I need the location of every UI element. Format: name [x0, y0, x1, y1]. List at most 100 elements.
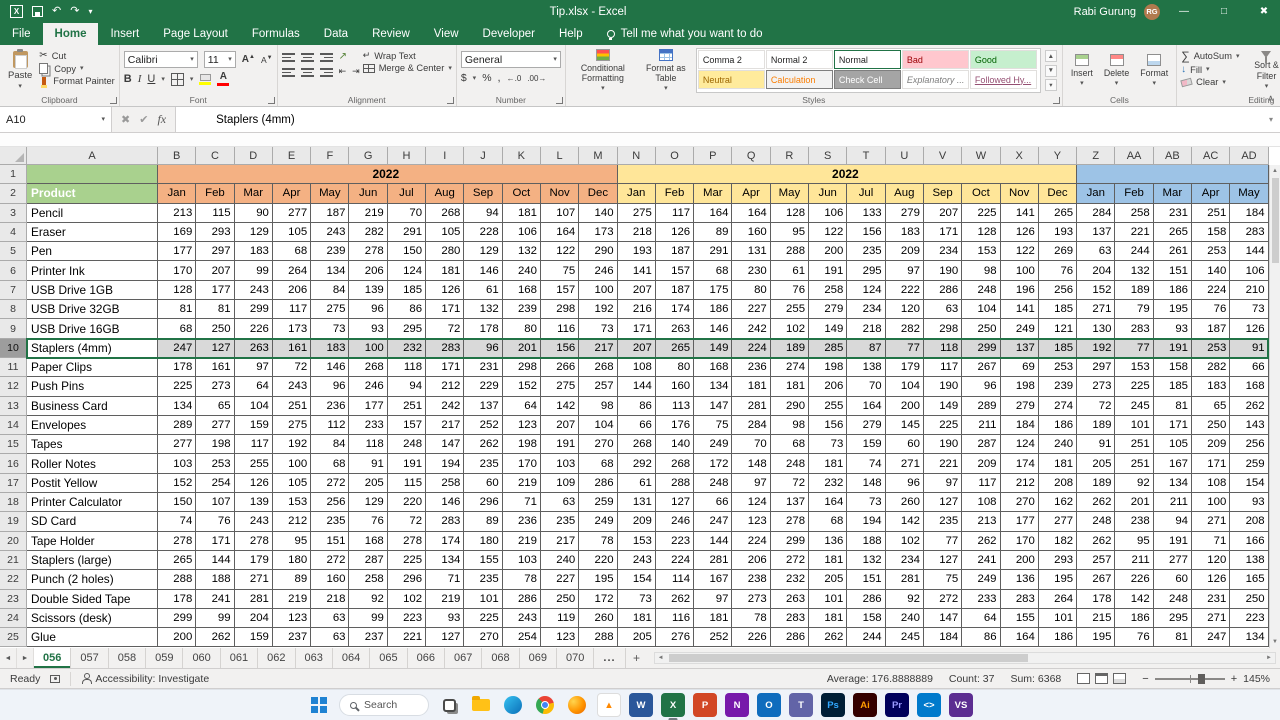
row-header-11[interactable]: 11	[0, 357, 27, 378]
cell-D5[interactable]: 183	[234, 242, 273, 262]
cell-G3[interactable]: 219	[349, 203, 388, 223]
cell-G22[interactable]: 258	[349, 570, 388, 590]
style-explanatory[interactable]: Explanatory ...	[901, 70, 969, 89]
cell-K25[interactable]: 254	[502, 628, 541, 648]
cell-G18[interactable]: 129	[349, 493, 388, 513]
cell-X15[interactable]: 124	[1000, 435, 1039, 455]
ribbon-tab-home[interactable]: Home	[42, 23, 99, 45]
cell-I5[interactable]: 280	[426, 242, 465, 262]
cell-B25[interactable]: 200	[158, 628, 197, 648]
cell-E5[interactable]: 68	[272, 242, 312, 262]
cell-F11[interactable]: 146	[311, 357, 350, 378]
cell-P7[interactable]: 175	[694, 280, 733, 301]
cell-B5[interactable]: 177	[158, 242, 197, 262]
cell-D4[interactable]: 129	[234, 222, 273, 243]
cell-O18[interactable]: 127	[655, 493, 695, 513]
cell-S19[interactable]: 68	[809, 512, 848, 532]
cell-A2[interactable]: Product	[27, 184, 158, 204]
cell-Z17[interactable]: 189	[1077, 473, 1116, 494]
cell-AD20[interactable]: 166	[1230, 531, 1269, 551]
cell-X23[interactable]: 283	[1000, 589, 1039, 609]
cell-L4[interactable]: 164	[540, 222, 580, 243]
cell-P8[interactable]: 186	[694, 300, 733, 320]
column-header-G[interactable]: G	[349, 147, 388, 165]
cell-X2[interactable]: Nov	[1000, 184, 1039, 204]
cell-G15[interactable]: 118	[349, 435, 388, 455]
cell-AA15[interactable]: 251	[1115, 435, 1154, 455]
cell-Q3[interactable]: 164	[732, 203, 771, 223]
cell-F20[interactable]: 151	[311, 531, 350, 551]
cell-AC16[interactable]: 171	[1192, 454, 1231, 474]
zoom-in-icon[interactable]: +	[1231, 673, 1237, 685]
cell-I25[interactable]: 127	[426, 628, 465, 648]
start-button[interactable]	[307, 693, 331, 717]
cell-T9[interactable]: 218	[847, 319, 886, 339]
cell-E24[interactable]: 123	[272, 608, 312, 629]
cell-G12[interactable]: 246	[349, 377, 388, 397]
cell-D13[interactable]: 104	[234, 396, 273, 416]
cell-J5[interactable]: 129	[464, 242, 503, 262]
row-header-21[interactable]: 21	[0, 550, 27, 571]
sheet-nav-right-icon[interactable]: ►	[17, 648, 34, 668]
cell-A12[interactable]: Push Pins	[27, 377, 158, 397]
cell-N9[interactable]: 171	[617, 319, 656, 339]
cell-Q4[interactable]: 160	[732, 222, 771, 243]
cell-P9[interactable]: 146	[694, 319, 733, 339]
cell-V3[interactable]: 207	[923, 203, 963, 223]
cell-F13[interactable]: 236	[311, 396, 350, 416]
cell-M7[interactable]: 100	[579, 280, 618, 301]
cell-B2[interactable]: Jan	[158, 184, 197, 204]
cell-S7[interactable]: 258	[809, 280, 848, 301]
row-header-3[interactable]: 3	[0, 203, 27, 223]
cell-Z19[interactable]: 248	[1077, 512, 1116, 532]
cell-Z14[interactable]: 189	[1077, 415, 1116, 436]
cell-T3[interactable]: 133	[847, 203, 886, 223]
styles-scroll-up-icon[interactable]: ▲	[1044, 50, 1057, 62]
cell-J13[interactable]: 137	[464, 396, 503, 416]
cell-O21[interactable]: 224	[655, 550, 695, 571]
cell-N13[interactable]: 86	[617, 396, 656, 416]
cell-AD12[interactable]: 168	[1230, 377, 1269, 397]
column-header-X[interactable]: X	[1000, 147, 1039, 165]
cell-AD24[interactable]: 223	[1230, 608, 1269, 629]
cell-U15[interactable]: 60	[885, 435, 924, 455]
cell-V13[interactable]: 149	[923, 396, 963, 416]
borders-icon[interactable]	[170, 72, 184, 86]
cell-C13[interactable]: 65	[196, 396, 235, 416]
cell-C18[interactable]: 107	[196, 493, 235, 513]
cell-H8[interactable]: 86	[387, 300, 427, 320]
sheet-tab-059[interactable]: 059	[146, 648, 184, 668]
cell-N16[interactable]: 292	[617, 454, 656, 474]
accessibility-checker[interactable]: Accessibility: Investigate	[70, 671, 209, 686]
cell-I14[interactable]: 217	[426, 415, 465, 436]
cell-U23[interactable]: 92	[885, 589, 924, 609]
cell-B22[interactable]: 288	[158, 570, 197, 590]
cell-A5[interactable]: Pen	[27, 242, 158, 262]
style-neutral[interactable]: Neutral	[697, 70, 765, 89]
cell-O16[interactable]: 268	[655, 454, 695, 474]
cell-S18[interactable]: 164	[809, 493, 848, 513]
cell-B13[interactable]: 134	[158, 396, 197, 416]
cell-Q9[interactable]: 242	[732, 319, 771, 339]
cell-D7[interactable]: 243	[234, 280, 273, 301]
cell-R8[interactable]: 255	[770, 300, 810, 320]
cell-X12[interactable]: 198	[1000, 377, 1039, 397]
cell-Y10[interactable]: 185	[1038, 338, 1078, 358]
cell-L11[interactable]: 266	[540, 357, 580, 378]
cell-Q12[interactable]: 181	[732, 377, 771, 397]
cell-S22[interactable]: 205	[809, 570, 848, 590]
cell-G6[interactable]: 206	[349, 261, 388, 281]
cell-I10[interactable]: 283	[426, 338, 465, 358]
column-header-V[interactable]: V	[923, 147, 963, 165]
taskbar-icon-photoshop[interactable]: Ps	[821, 693, 845, 717]
row-header-18[interactable]: 18	[0, 493, 27, 513]
cell-L9[interactable]: 116	[540, 319, 580, 339]
cell-D15[interactable]: 117	[234, 435, 273, 455]
cell-B3[interactable]: 213	[158, 203, 197, 223]
cell-N11[interactable]: 108	[617, 357, 656, 378]
cell-X20[interactable]: 170	[1000, 531, 1039, 551]
cell-H2[interactable]: Jul	[387, 184, 427, 204]
cell-Z24[interactable]: 215	[1077, 608, 1116, 629]
cell-G8[interactable]: 96	[349, 300, 388, 320]
cell-C22[interactable]: 188	[196, 570, 235, 590]
